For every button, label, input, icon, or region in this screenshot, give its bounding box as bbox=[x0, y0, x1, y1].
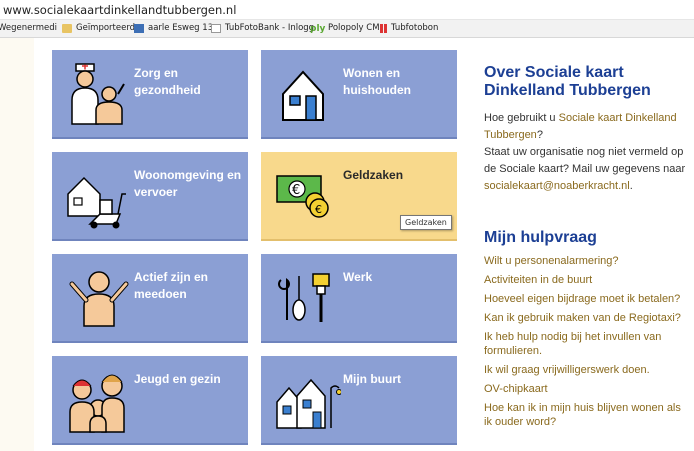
bookmark-label: Geïmporteerd bbox=[76, 23, 136, 33]
bookmarks-bar: Wegenermedi Geïmporteerd aarle Esweg 13 … bbox=[0, 20, 694, 38]
bookmark-tubfotobank[interactable]: TubFotoBank - Inlogg bbox=[211, 23, 314, 33]
left-margin bbox=[0, 38, 34, 451]
tile-actief-zijn-en-meedoen[interactable]: Actief zijn en meedoen bbox=[52, 254, 248, 343]
help-link[interactable]: Hoe kan ik in mijn huis blijven wonen al… bbox=[484, 401, 689, 429]
email-link[interactable]: socialekaart@noaberkracht.nl bbox=[484, 180, 630, 192]
help-link[interactable]: Wilt u personenalarmering? bbox=[484, 254, 689, 268]
calendar-icon bbox=[134, 23, 144, 33]
bookmark-geimporteerd[interactable]: Geïmporteerd bbox=[62, 23, 135, 33]
page-icon bbox=[211, 23, 221, 33]
tooltip: Geldzaken bbox=[400, 215, 452, 230]
address-bar[interactable]: www.socialekaartdinkellandtubbergen.nl bbox=[0, 0, 694, 20]
url-text: www.socialekaartdinkellandtubbergen.nl bbox=[3, 3, 237, 17]
bars-icon bbox=[380, 23, 387, 33]
tile-mijn-buurt[interactable]: Mijn buurt bbox=[261, 356, 457, 445]
bookmark-label: Polopoly CM bbox=[328, 23, 380, 33]
tile-title: Actief zijn en meedoen bbox=[134, 270, 209, 301]
neighborhood-icon bbox=[276, 378, 341, 429]
help-link[interactable]: Activiteiten in de buurt bbox=[484, 273, 689, 287]
cheering-person-icon bbox=[69, 271, 129, 327]
sidebar: Over Sociale kaart Dinkelland Tubbergen … bbox=[484, 64, 689, 434]
help-link[interactable]: Hoeveel eigen bijdrage moet ik betalen? bbox=[484, 292, 689, 306]
help-link[interactable]: Kan ik gebruik maken van de Regiotaxi? bbox=[484, 311, 689, 325]
svg-text:€: € bbox=[292, 183, 300, 198]
svg-text:€: € bbox=[315, 203, 322, 216]
tile-geldzaken[interactable]: € € Geldzaken Geldzaken bbox=[261, 152, 457, 241]
tile-title: Wonen en huishouden bbox=[343, 66, 411, 97]
tile-title: Jeugd en gezin bbox=[134, 372, 221, 386]
tile-woonomgeving-en-vervoer[interactable]: Woonomgeving en vervoer bbox=[52, 152, 248, 241]
tile-jeugd-en-gezin[interactable]: Jeugd en gezin bbox=[52, 356, 248, 445]
help-link[interactable]: Ik heb hulp nodig bij het invullen van f… bbox=[484, 330, 689, 358]
bookmark-label: Tubfotobon bbox=[391, 23, 439, 33]
about-text: ? bbox=[536, 129, 543, 141]
tile-title: Geldzaken bbox=[343, 168, 404, 182]
tile-zorg-en-gezondheid[interactable]: Zorg en gezondheid bbox=[52, 50, 248, 139]
help-links: Wilt u personenalarmering? Activiteiten … bbox=[484, 254, 689, 429]
bookmark-label: Wegenermedi bbox=[0, 23, 57, 33]
about-text: Hoe gebruikt u bbox=[484, 112, 559, 124]
help-title: Mijn hulpvraag bbox=[484, 229, 597, 246]
bookmark-label: aarle Esweg 13 bbox=[148, 23, 214, 33]
about-text: . bbox=[629, 180, 633, 192]
tile-title: Mijn buurt bbox=[343, 372, 401, 386]
bookmark-aarle-esweg[interactable]: aarle Esweg 13 bbox=[134, 23, 213, 33]
about-text: Staat uw organisatie nog niet vermeld op… bbox=[484, 146, 686, 175]
about-title: Over Sociale kaart Dinkelland Tubbergen bbox=[484, 64, 651, 99]
bookmark-label: TubFotoBank - Inlogg bbox=[225, 23, 315, 33]
tile-werk[interactable]: Werk bbox=[261, 254, 457, 343]
nurse-patient-icon bbox=[71, 63, 125, 125]
about-paragraph: Hoe gebruikt u Sociale kaart Dinkelland … bbox=[484, 110, 689, 195]
house-icon bbox=[282, 70, 324, 121]
tools-icon bbox=[278, 273, 330, 322]
bookmark-polopoly[interactable]: ply Polopoly CM bbox=[310, 23, 380, 34]
mobility-scooter-icon bbox=[67, 176, 126, 229]
tile-title: Woonomgeving en vervoer bbox=[134, 168, 242, 199]
tile-title: Zorg en gezondheid bbox=[134, 66, 201, 97]
help-link[interactable]: Ik wil graag vrijwilligerswerk doen. bbox=[484, 363, 689, 377]
tile-wonen-en-huishouden[interactable]: Wonen en huishouden bbox=[261, 50, 457, 139]
tile-title: Werk bbox=[343, 270, 373, 284]
bookmark-tubfotobon[interactable]: Tubfotobon bbox=[380, 23, 438, 33]
bookmark-wegenermedia[interactable]: Wegenermedi bbox=[0, 23, 57, 33]
family-icon bbox=[69, 374, 125, 433]
help-link[interactable]: OV-chipkaart bbox=[484, 382, 689, 396]
folder-icon bbox=[62, 23, 72, 33]
polopoly-icon: ply bbox=[310, 23, 326, 34]
money-icon: € € bbox=[276, 175, 329, 218]
